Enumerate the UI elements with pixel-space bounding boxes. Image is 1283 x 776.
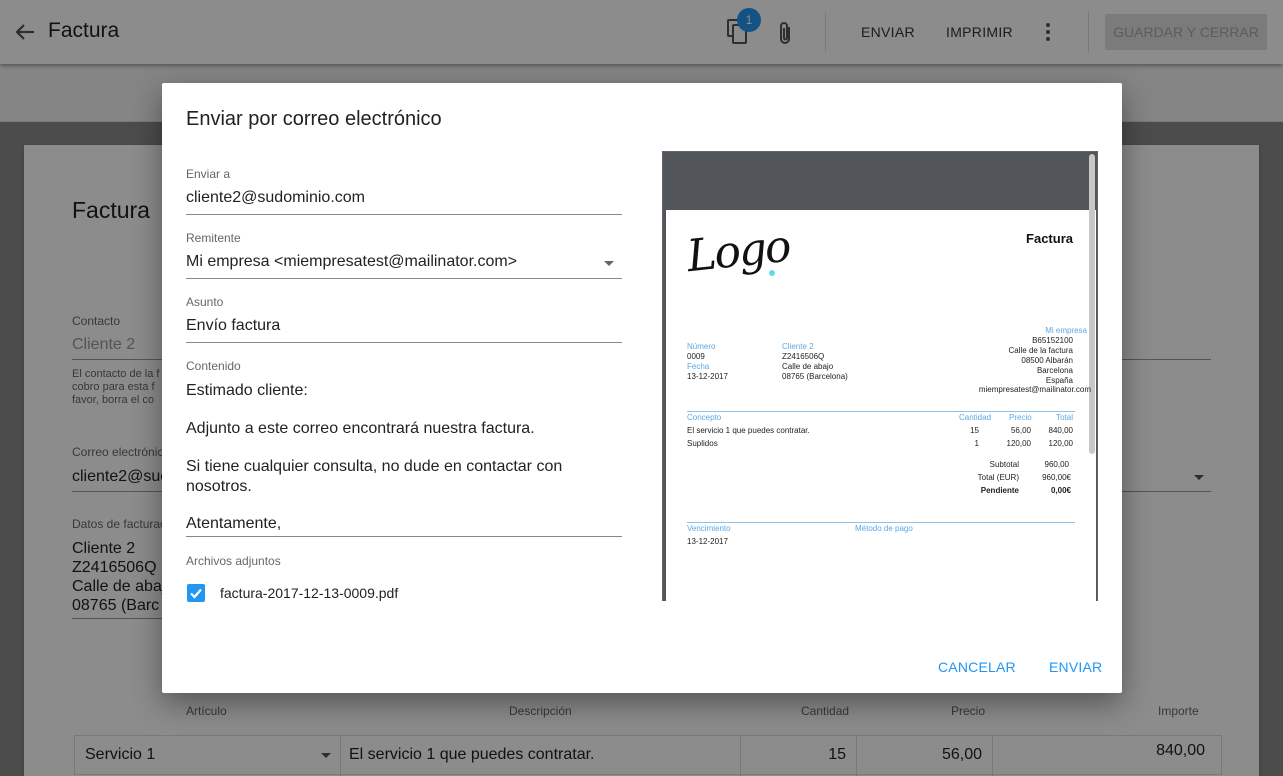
to-label: Enviar a [186,167,231,181]
date-value: 13-12-2017 [687,372,728,381]
payment-method-label: Método de pago [855,524,913,533]
content-paragraph: Atentamente, [186,515,282,532]
due-label: Vencimiento [687,524,731,533]
quantity-header: Cantidad [959,413,992,422]
content-paragraph: Estimado cliente: [186,382,308,399]
total-value: 960,00€ [1042,473,1071,482]
subtotal-label: Subtotal [989,460,1019,469]
send-button[interactable]: ENVIAR [1049,659,1102,675]
invoice-preview: Logo Factura Mi empresa B65152100 Calle … [662,151,1098,601]
preview-edge [663,210,666,601]
company-label: Mi empresa [1045,326,1087,335]
preview-row-concept: El servicio 1 que puedes contratar. [687,426,810,435]
preview-doc-title: Factura [1026,231,1073,246]
company-line: 08500 Albarán [1021,356,1073,365]
subject-label: Asunto [186,295,224,309]
to-underline [186,214,622,215]
to-input[interactable]: cliente2@sudominio.com [186,189,365,207]
sender-select[interactable]: Mi empresa <miempresatest@mailinator.com… [186,253,517,271]
concept-header: Concepto [687,413,722,422]
preview-edge [1096,210,1097,601]
total-label: Total (EUR) [977,473,1019,482]
company-logo: Logo [684,220,792,283]
client-line: 08765 (Barcelona) [782,372,848,381]
preview-divider [687,411,1075,412]
preview-scrollbar[interactable] [1089,154,1095,454]
date-label: Fecha [687,362,710,371]
preview-row-quantity: 1 [974,439,979,448]
preview-row-price: 120,00 [1006,439,1031,448]
content-label: Contenido [186,359,241,373]
sender-label: Remitente [186,231,241,245]
preview-row-total: 120,00 [1048,439,1073,448]
client-line: Z2416506Q [782,352,825,361]
preview-row-total: 840,00 [1048,426,1073,435]
cancel-button[interactable]: CANCELAR [938,659,1016,675]
subject-underline [186,342,622,343]
pending-value: 0,00€ [1050,486,1071,495]
client-line: Calle de abajo [782,362,834,371]
company-line: Barcelona [1036,366,1073,375]
content-underline [186,536,622,537]
client-label: Cliente 2 [782,342,814,351]
preview-toolbar [663,152,1097,210]
preview-row-concept: Suplidos [687,439,718,448]
total-header: Total [1056,413,1073,422]
preview-row-quantity: 15 [970,426,979,435]
price-header: Precio [1009,413,1032,422]
number-label: Número [687,342,716,351]
logo-dot [769,270,775,276]
dialog-title: Enviar por correo electrónico [186,108,442,130]
pending-label: Pendiente [980,486,1019,495]
sender-dropdown-caret-icon[interactable] [604,261,614,266]
company-line: miempresatest@mailinator.com [978,385,1091,394]
subtotal-value: 960,00 [1044,460,1069,469]
send-email-dialog: Enviar por correo electrónico Enviar a c… [162,83,1122,693]
number-value: 0009 [687,352,705,361]
attachments-label: Archivos adjuntos [186,554,281,568]
subject-input[interactable]: Envío factura [186,317,280,335]
attachment-filename[interactable]: factura-2017-12-13-0009.pdf [220,585,398,601]
sender-underline [186,278,622,279]
company-line: B65152100 [1032,336,1073,345]
content-paragraph: Si tiene cualquier consulta, no dude en … [186,458,563,495]
content-paragraph: Adjunto a este correo encontrará nuestra… [186,420,535,437]
preview-row-price: 56,00 [1010,426,1031,435]
due-value: 13-12-2017 [687,537,728,546]
preview-divider [687,522,1075,523]
company-line: Calle de la factura [1008,346,1073,355]
attachment-checkbox-checked-icon[interactable] [187,584,205,602]
